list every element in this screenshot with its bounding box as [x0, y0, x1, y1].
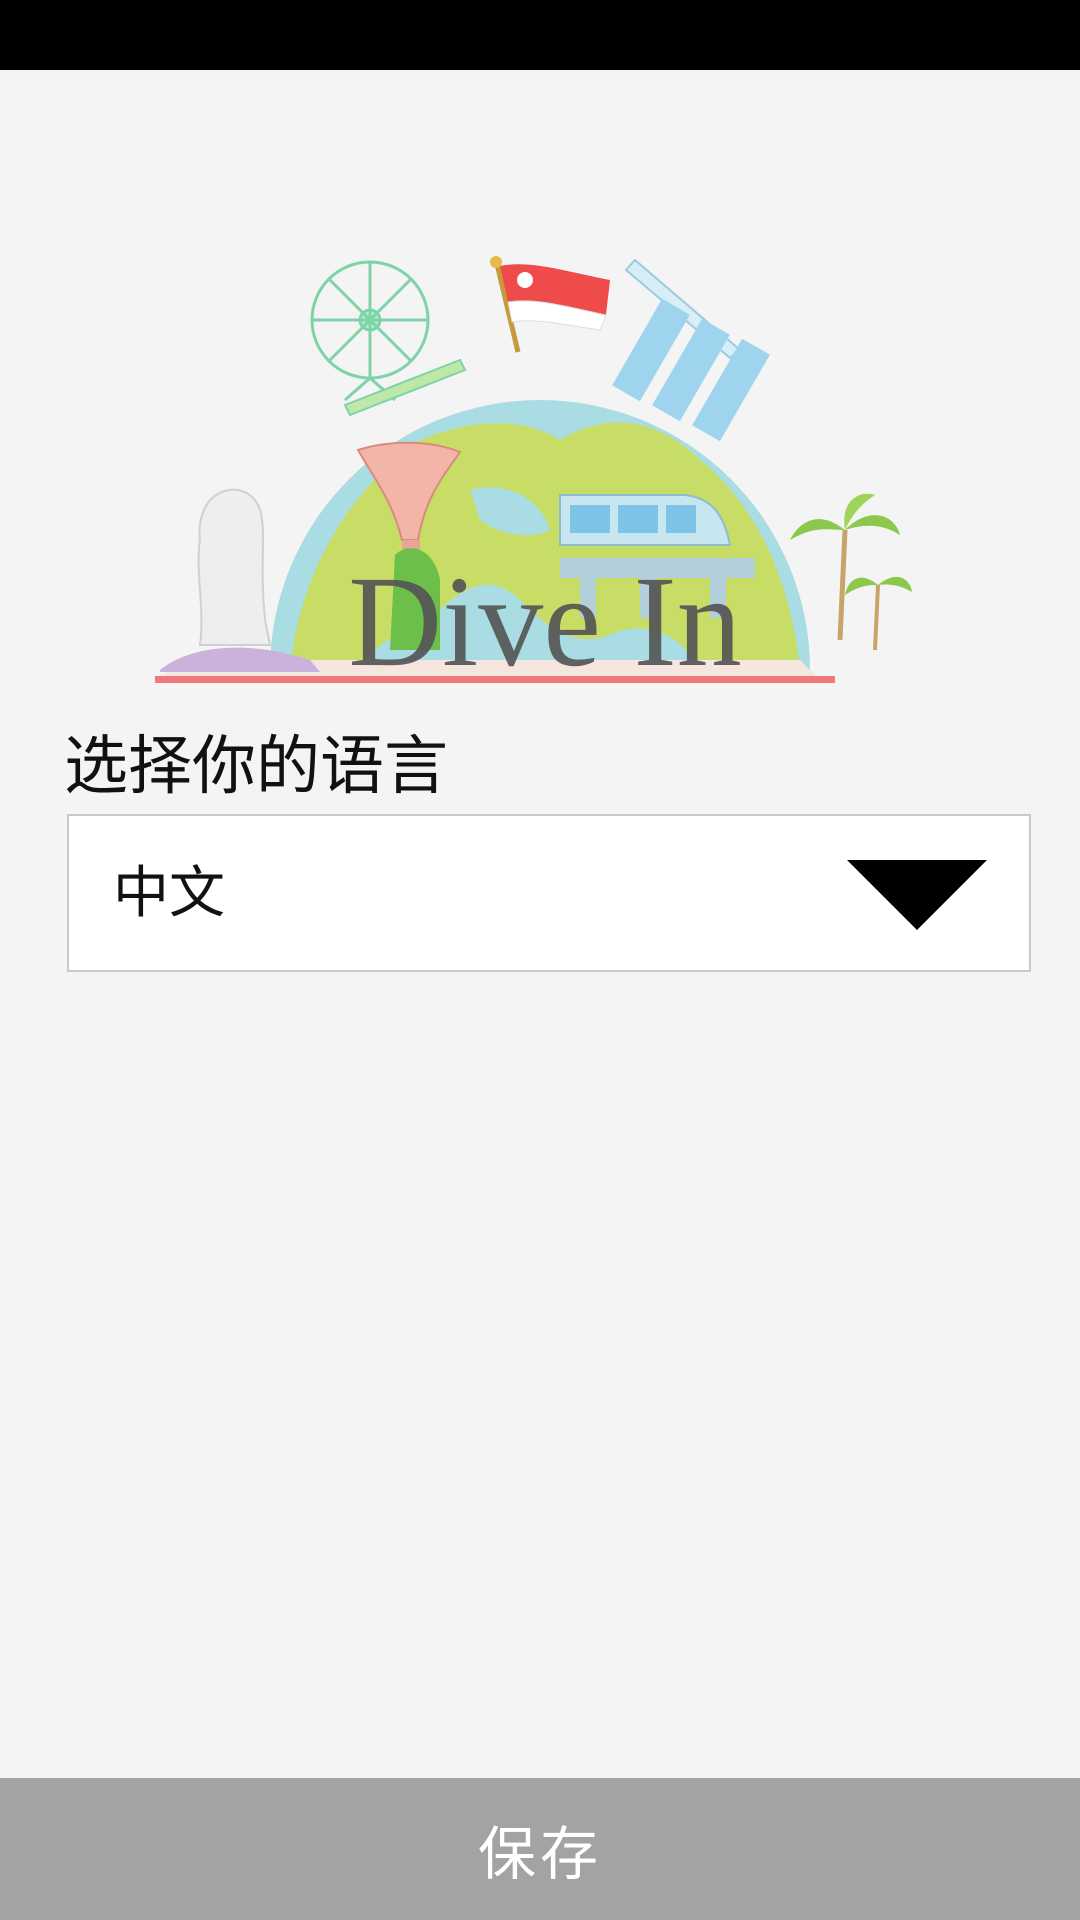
hero-illustration: Dive In: [140, 240, 940, 690]
app-logo-text: Dive In: [348, 550, 742, 690]
language-dropdown[interactable]: 中文: [67, 814, 1031, 972]
status-bar: [0, 0, 1080, 70]
singapore-landmarks-illustration: Dive In: [155, 256, 912, 690]
save-button[interactable]: 保存: [0, 1778, 1080, 1920]
marina-bay-sands-icon: [612, 258, 770, 442]
singapore-flag-icon: [490, 256, 610, 353]
palm-tree-icon: [790, 493, 912, 651]
selected-language: 中文: [113, 861, 225, 926]
dropdown-arrow-icon: [847, 860, 987, 930]
language-section-label: 选择你的语言: [64, 730, 448, 804]
